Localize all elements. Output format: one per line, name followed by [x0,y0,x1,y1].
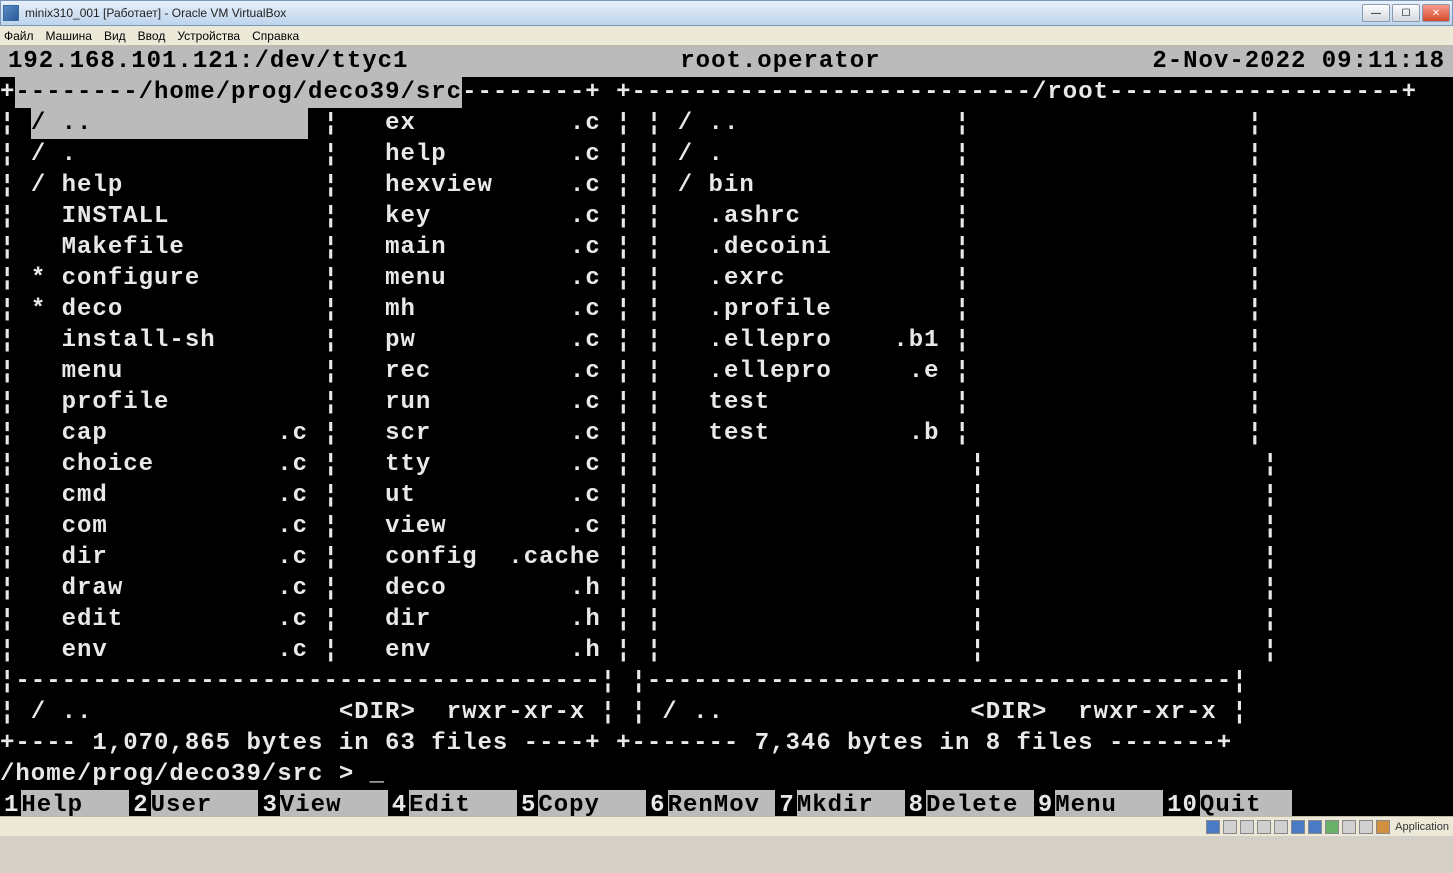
status-icon[interactable] [1257,820,1271,834]
panel-header-row: +--------/home/prog/deco39/src--------+ … [0,77,1453,108]
file-item[interactable]: menu .c [354,263,600,294]
file-item[interactable]: choice .c [31,449,308,480]
menu-view[interactable]: Вид [104,29,126,43]
fnkey-copy[interactable]: 5Copy [517,790,646,816]
window-title: minix310_001 [Работает] - Oracle VM Virt… [25,6,1362,20]
file-item[interactable]: * deco [31,294,308,325]
terminal[interactable]: 192.168.101.121:/dev/ttyc1 root.operator… [0,46,1453,816]
file-item[interactable]: tty .c [354,449,600,480]
file-item[interactable]: rec .c [354,356,600,387]
menu-file[interactable]: Файл [4,29,34,43]
minimize-button[interactable]: — [1362,4,1390,22]
close-button[interactable]: ✕ [1422,4,1450,22]
fnkey-renmov[interactable]: 6RenMov [646,790,775,816]
status-icon[interactable] [1291,820,1305,834]
file-item[interactable]: ut .c [354,480,600,511]
menu-input[interactable]: Ввод [138,29,166,43]
file-item[interactable]: Makefile [31,232,308,263]
status-icon[interactable] [1359,820,1373,834]
file-item[interactable]: / help [31,170,308,201]
function-keys: 1Help 2User 3View 4Edit 5Copy 6RenMov 7M… [0,790,1453,816]
file-item[interactable]: / bin [678,170,940,201]
status-icon[interactable] [1376,820,1390,834]
file-item[interactable]: mh .c [354,294,600,325]
fnkey-view[interactable]: 3View [258,790,387,816]
file-item[interactable]: / . [678,139,940,170]
file-item[interactable]: .ellepro .e [678,356,940,387]
fnkey-edit[interactable]: 4Edit [388,790,517,816]
header-host: 192.168.101.121:/dev/ttyc1 [8,46,408,77]
panel-info-row: ¦ / .. <DIR> rwxr-xr-x ¦ ¦ / .. <DIR> rw… [0,697,1453,728]
maximize-button[interactable]: ☐ [1392,4,1420,22]
file-item[interactable]: .profile [678,294,940,325]
window-titlebar: minix310_001 [Работает] - Oracle VM Virt… [0,0,1453,26]
command-prompt[interactable]: /home/prog/deco39/src > _ [0,759,1453,790]
fnkey-help[interactable]: 1Help [0,790,129,816]
file-item[interactable]: ex .c [354,108,600,139]
right-panel-path: /root [1032,77,1109,108]
file-item[interactable]: env .h [354,635,600,666]
file-item[interactable]: main .c [354,232,600,263]
menu-devices[interactable]: Устройства [177,29,240,43]
status-app-label: Application [1395,821,1449,833]
file-item[interactable]: dir .c [31,542,308,573]
file-item[interactable]: .exrc [678,263,940,294]
file-item[interactable]: test [678,387,940,418]
menu-machine[interactable]: Машина [46,29,92,43]
file-item[interactable]: pw .c [354,325,600,356]
file-item[interactable]: scr .c [354,418,600,449]
fnkey-menu[interactable]: 9Menu [1034,790,1163,816]
file-item[interactable]: test .b [678,418,940,449]
file-item[interactable]: / .. [678,108,940,139]
status-icon[interactable] [1240,820,1254,834]
file-item[interactable]: .ellepro .b1 [678,325,940,356]
fnkey-mkdir[interactable]: 7Mkdir [775,790,904,816]
file-item[interactable]: hexview .c [354,170,600,201]
file-item[interactable]: * configure [31,263,308,294]
status-icon[interactable] [1308,820,1322,834]
left-panel-path: /home/prog/deco39/src [139,77,462,108]
status-icon[interactable] [1342,820,1356,834]
header-user: root.operator [408,46,1152,77]
app-icon [3,5,19,21]
file-item[interactable]: cmd .c [31,480,308,511]
file-item[interactable]: install-sh [31,325,308,356]
file-item[interactable]: env .c [31,635,308,666]
status-icon[interactable] [1223,820,1237,834]
vbox-statusbar: Application [0,816,1453,836]
file-item[interactable]: cap .c [31,418,308,449]
file-listing: ¦ / .. ¦ ex .c ¦ ¦ / .. ¦ ¦¦ / . ¦ help … [0,108,1453,666]
file-item[interactable]: .ashrc [678,201,940,232]
file-item[interactable]: / .. [31,108,308,139]
status-icon[interactable] [1274,820,1288,834]
menu-help[interactable]: Справка [252,29,299,43]
file-item[interactable]: dir .h [354,604,600,635]
file-item[interactable]: config .cache [354,542,600,573]
panel-separator: ¦--------------------------------------¦… [0,666,1453,697]
menubar: Файл Машина Вид Ввод Устройства Справка [0,26,1453,46]
file-item[interactable]: view .c [354,511,600,542]
file-item[interactable]: / . [31,139,308,170]
header-datetime: 2-Nov-2022 09:11:18 [1152,46,1445,77]
terminal-header: 192.168.101.121:/dev/ttyc1 root.operator… [0,46,1453,77]
file-item[interactable]: draw .c [31,573,308,604]
file-item[interactable]: edit .c [31,604,308,635]
file-item[interactable]: key .c [354,201,600,232]
status-icon[interactable] [1325,820,1339,834]
fnkey-delete[interactable]: 8Delete [905,790,1034,816]
fnkey-user[interactable]: 2User [129,790,258,816]
file-item[interactable]: profile [31,387,308,418]
file-item[interactable]: menu [31,356,308,387]
file-item[interactable]: deco .h [354,573,600,604]
file-item[interactable]: INSTALL [31,201,308,232]
panel-summary-row: +---- 1,070,865 bytes in 63 files ----+ … [0,728,1453,759]
file-item[interactable]: com .c [31,511,308,542]
status-icon[interactable] [1206,820,1220,834]
file-item[interactable]: .decoini [678,232,940,263]
file-item[interactable]: help .c [354,139,600,170]
fnkey-quit[interactable]: 10Quit [1163,790,1292,816]
file-item[interactable]: run .c [354,387,600,418]
